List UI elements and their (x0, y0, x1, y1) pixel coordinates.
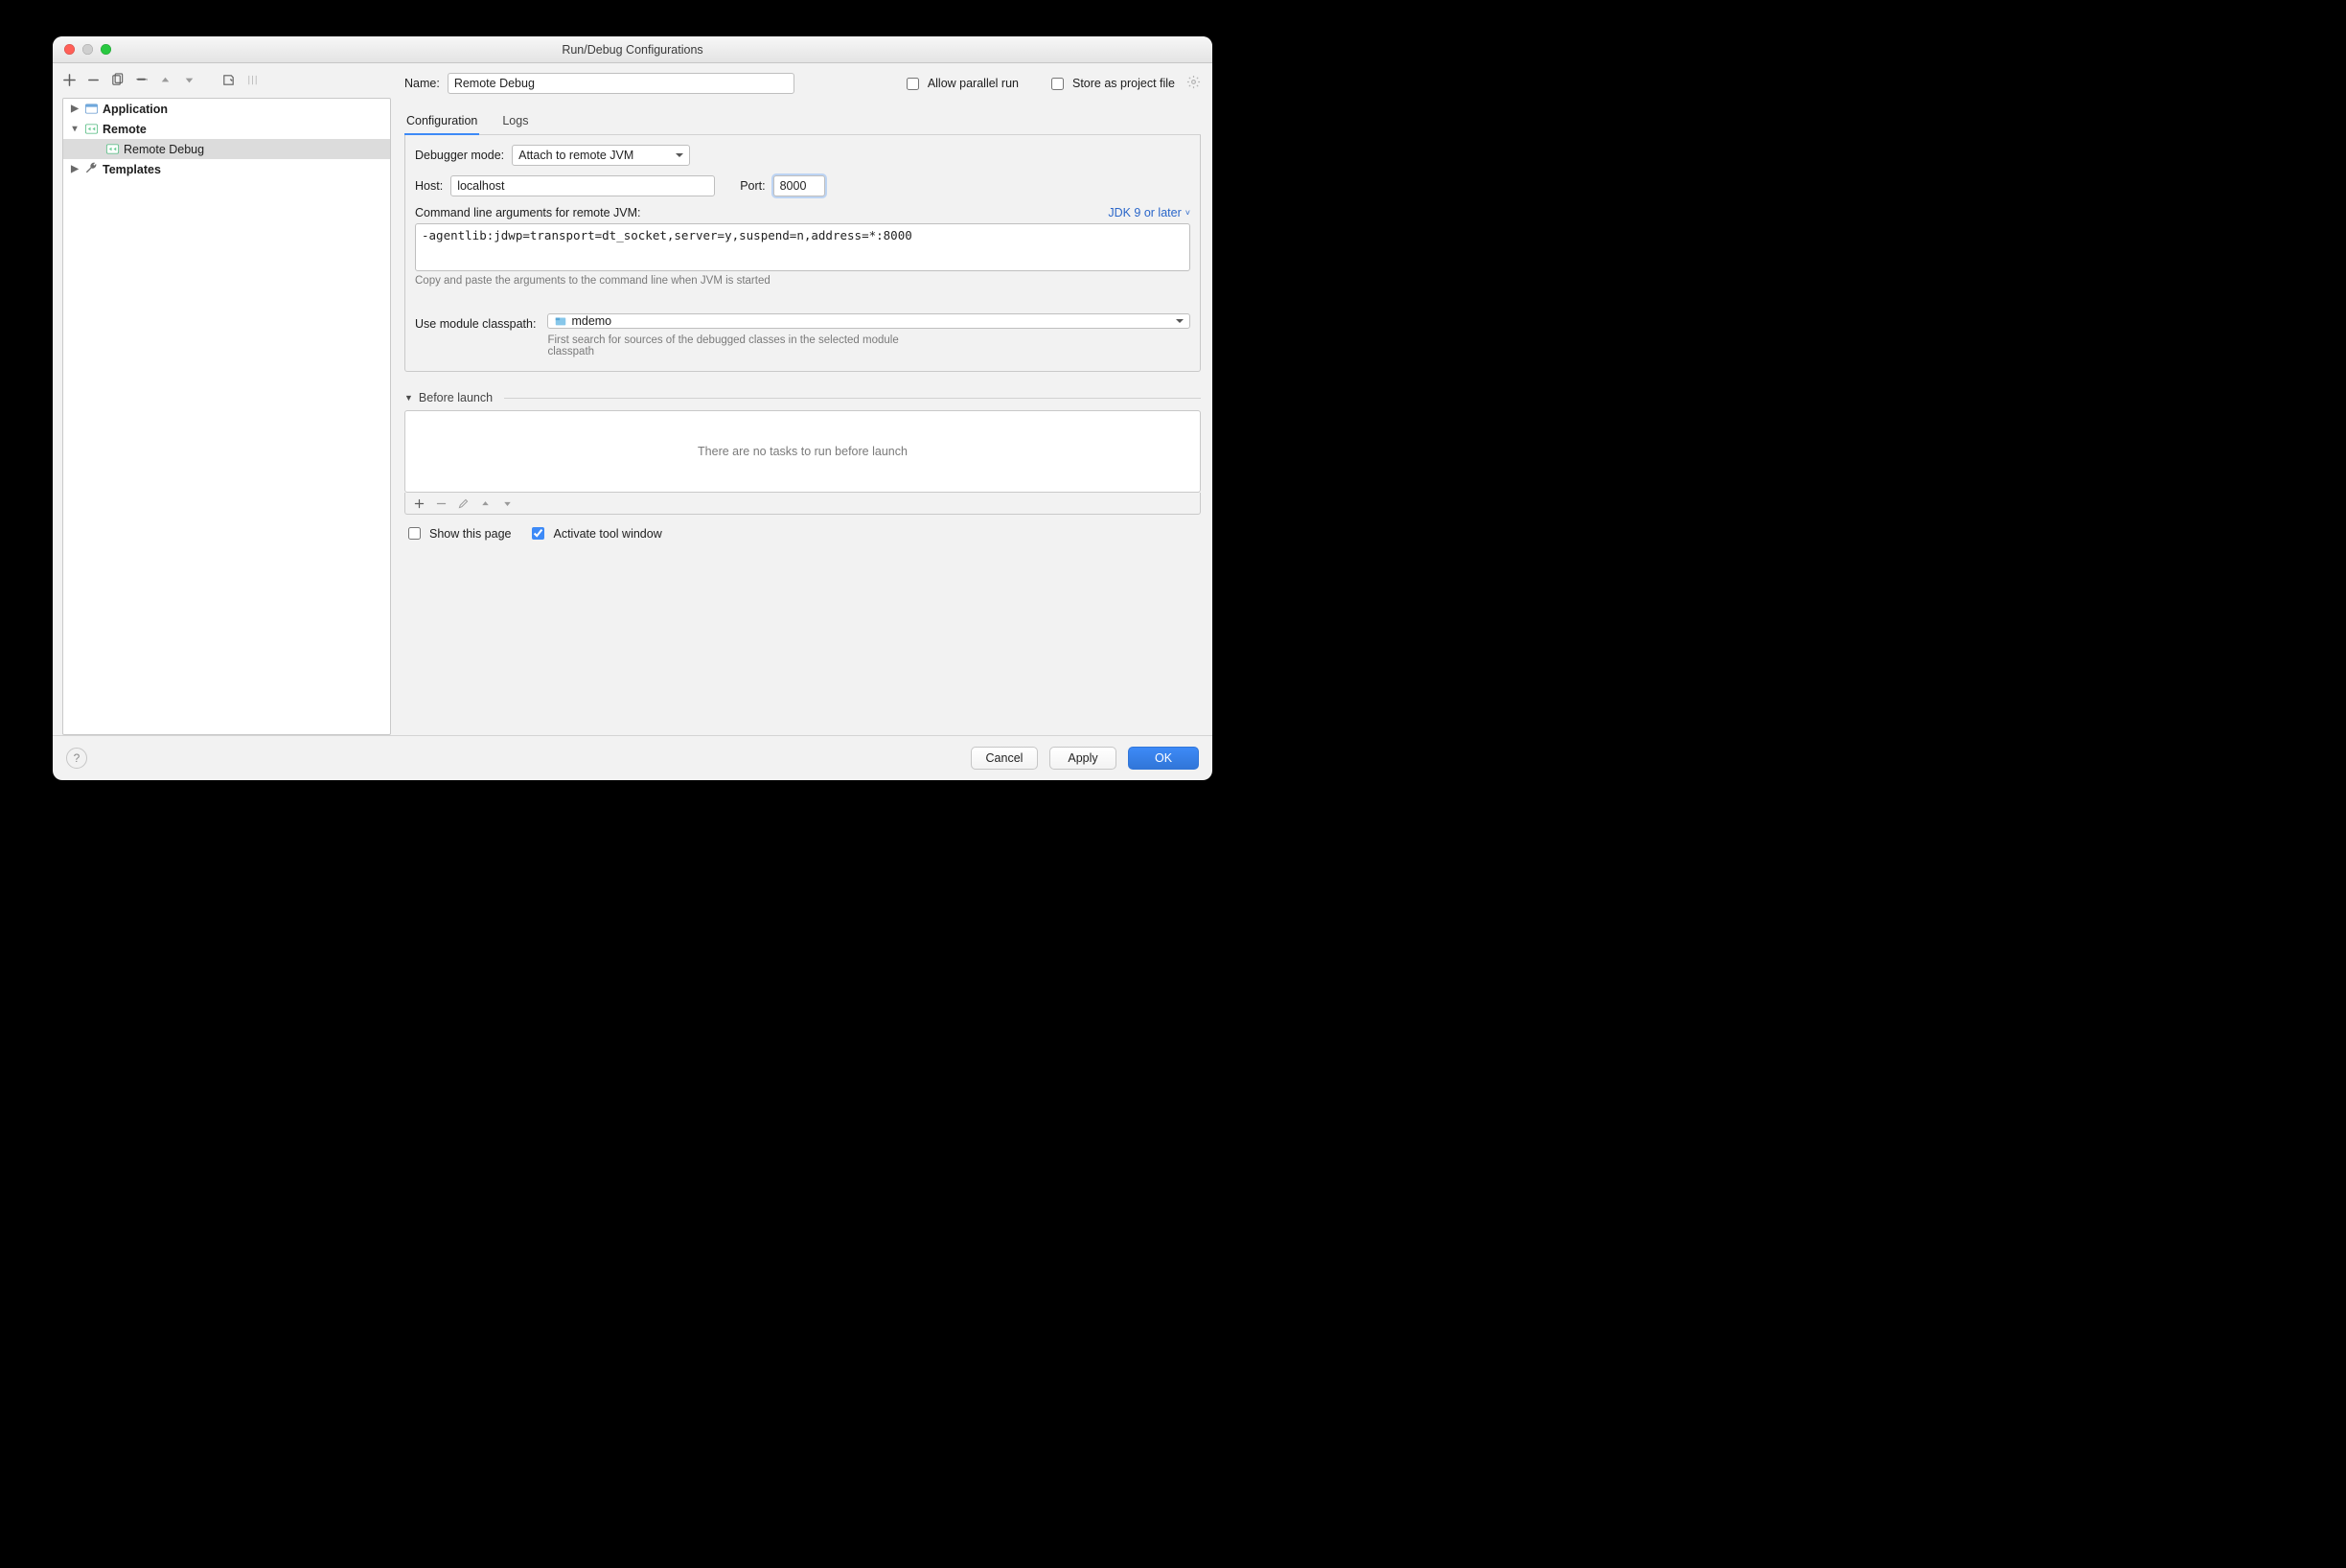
copy-config-icon[interactable] (110, 73, 125, 87)
tab-logs[interactable]: Logs (500, 108, 530, 135)
tree-node-label: Remote (103, 123, 147, 136)
cmd-args-box[interactable]: -agentlib:jdwp=transport=dt_socket,serve… (415, 223, 1190, 271)
apply-button[interactable]: Apply (1049, 747, 1116, 770)
tree-node-label: Templates (103, 163, 161, 176)
move-down-icon[interactable] (182, 73, 196, 87)
window-title: Run/Debug Configurations (53, 43, 1212, 57)
move-task-down-icon[interactable] (501, 497, 514, 510)
configurations-sidebar: ▶ Application ▾ Remote Remote De (53, 63, 391, 735)
tree-node-application[interactable]: ▶ Application (63, 99, 390, 119)
tree-node-remote-debug[interactable]: Remote Debug (63, 139, 390, 159)
module-classpath-select[interactable]: mdemo (547, 313, 1190, 329)
move-task-up-icon[interactable] (479, 497, 492, 510)
cancel-button[interactable]: Cancel (971, 747, 1038, 770)
module-icon (554, 314, 567, 328)
allow-parallel-run-checkbox[interactable]: Allow parallel run (903, 75, 1019, 93)
port-input[interactable] (773, 175, 825, 196)
name-label: Name: (404, 77, 440, 90)
configurations-tree[interactable]: ▶ Application ▾ Remote Remote De (62, 98, 391, 735)
tab-configuration[interactable]: Configuration (404, 108, 479, 135)
remove-task-icon[interactable] (435, 497, 448, 510)
move-up-icon[interactable] (158, 73, 172, 87)
dialog-footer: ? Cancel Apply OK (53, 735, 1212, 780)
chevron-down-icon: ˅ (1185, 208, 1190, 218)
chevron-down-icon: ▾ (69, 124, 80, 134)
host-input[interactable] (450, 175, 715, 196)
debugger-mode-label: Debugger mode: (415, 149, 504, 162)
config-name-input[interactable] (448, 73, 794, 94)
ok-button[interactable]: OK (1128, 747, 1199, 770)
expand-params-icon[interactable] (245, 73, 260, 87)
cmd-args-label: Command line arguments for remote JVM: (415, 206, 641, 219)
add-task-icon[interactable] (413, 497, 426, 510)
before-launch-header[interactable]: ▼ Before launch (404, 391, 1201, 404)
port-label: Port: (740, 179, 765, 193)
add-config-icon[interactable] (62, 73, 77, 87)
activate-tool-window-checkbox[interactable]: Activate tool window (528, 524, 661, 542)
module-classpath-label: Use module classpath: (415, 313, 536, 331)
edit-task-icon[interactable] (457, 497, 470, 510)
tree-node-templates[interactable]: ▶ Templates (63, 159, 390, 179)
chevron-right-icon: ▶ (69, 104, 80, 114)
remove-config-icon[interactable] (86, 73, 101, 87)
chevron-down-icon: ▼ (404, 393, 413, 403)
configuration-main: Name: Allow parallel run Store as projec… (391, 63, 1212, 735)
tree-node-label: Remote Debug (124, 143, 204, 156)
before-launch-tasks[interactable]: There are no tasks to run before launch (404, 410, 1201, 493)
host-label: Host: (415, 179, 443, 193)
before-launch-section: ▼ Before launch There are no tasks to ru… (404, 391, 1201, 542)
debugger-mode-select[interactable]: Attach to remote JVM (512, 145, 690, 166)
gear-icon[interactable] (1186, 75, 1201, 92)
sidebar-toolbar (53, 63, 391, 92)
titlebar[interactable]: Run/Debug Configurations (53, 36, 1212, 63)
edit-templates-icon[interactable] (134, 73, 149, 87)
remote-icon (84, 122, 99, 136)
cmd-args-hint: Copy and paste the arguments to the comm… (415, 275, 1190, 287)
before-launch-toolbar (404, 493, 1201, 515)
application-icon (84, 102, 99, 116)
save-config-icon[interactable] (221, 73, 236, 87)
store-as-project-file-checkbox[interactable]: Store as project file (1047, 75, 1175, 93)
help-button[interactable]: ? (66, 748, 87, 769)
module-classpath-hint: First search for sources of the debugged… (547, 334, 931, 357)
wrench-icon (84, 161, 99, 178)
remote-icon (105, 142, 120, 156)
jdk-version-selector[interactable]: JDK 9 or later ˅ (1108, 206, 1190, 219)
chevron-right-icon: ▶ (69, 164, 80, 174)
run-debug-configurations-dialog: Run/Debug Configurations (53, 36, 1212, 780)
configuration-panel: Debugger mode: Attach to remote JVM Host… (404, 135, 1201, 372)
show-this-page-checkbox[interactable]: Show this page (404, 524, 511, 542)
tree-node-label: Application (103, 103, 168, 116)
tree-node-remote[interactable]: ▾ Remote (63, 119, 390, 139)
tabs: Configuration Logs (404, 107, 1201, 135)
